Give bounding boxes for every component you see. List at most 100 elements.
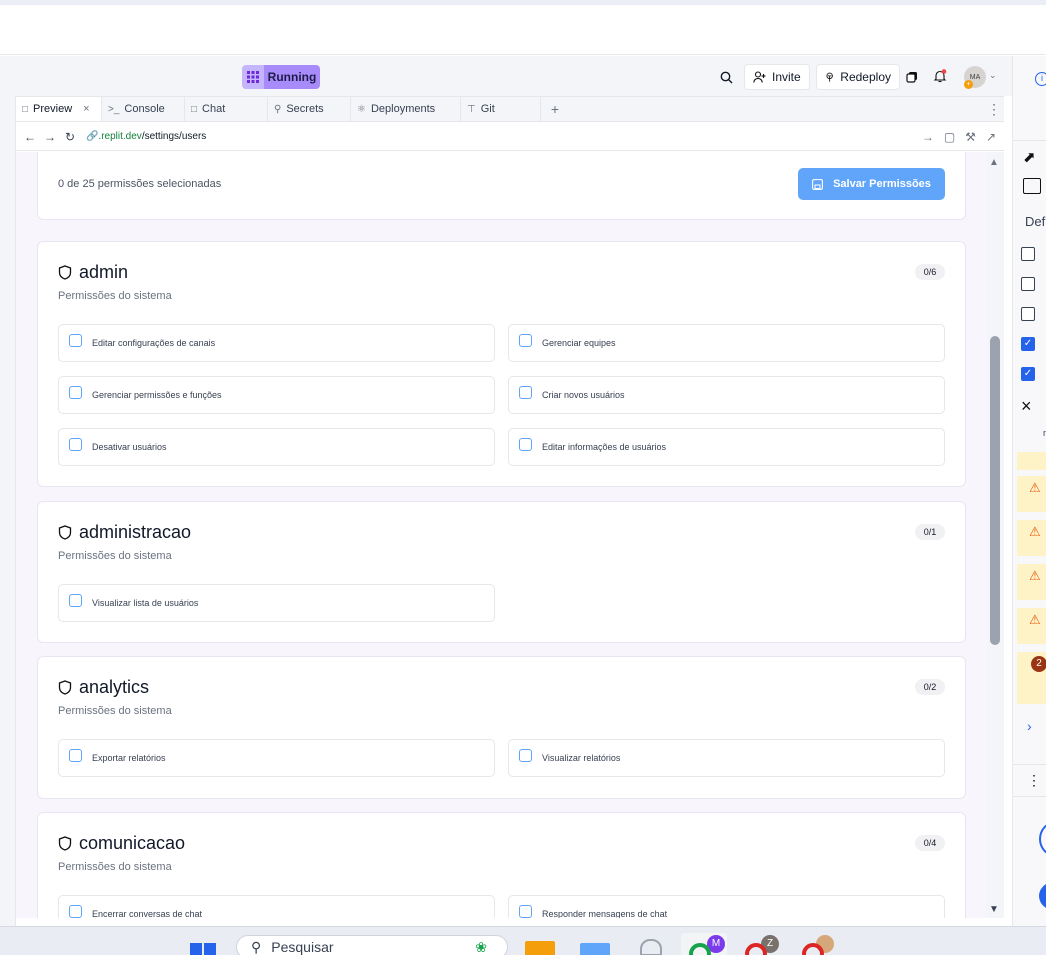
notifications-bell-icon[interactable] <box>928 64 952 88</box>
external-link-icon[interactable]: ↗ <box>986 130 996 144</box>
checkbox[interactable] <box>69 438 82 451</box>
add-tab-icon[interactable]: + <box>541 97 569 121</box>
back-arrow-icon[interactable]: ← <box>20 130 40 144</box>
checkbox[interactable] <box>69 594 82 607</box>
warning-row[interactable]: ⚠ <box>1017 520 1046 556</box>
layers-icon[interactable] <box>902 66 922 88</box>
chrome-profile-z[interactable]: Z <box>743 933 783 955</box>
permission-label: Exportar relatórios <box>92 753 166 763</box>
tab-deployments[interactable]: ⚛ Deployments <box>351 97 461 121</box>
devtools-wrench-icon[interactable]: ⚒ <box>965 130 976 144</box>
checkbox[interactable] <box>519 334 532 347</box>
checkbox[interactable] <box>519 749 532 762</box>
permission-label: Gerenciar permissões e funções <box>92 390 222 400</box>
checkbox-checked[interactable]: ✓ <box>1021 367 1035 381</box>
permission-item[interactable]: Gerenciar permissões e funções <box>58 376 495 414</box>
permission-label: Gerenciar equipes <box>542 338 616 348</box>
tab-secrets[interactable]: ⚲ Secrets <box>268 97 351 121</box>
scroll-up-arrow-icon[interactable]: ▲ <box>989 157 999 168</box>
forward-arrow-icon[interactable]: → <box>40 130 60 144</box>
select-element-icon[interactable]: ⬈ <box>1023 148 1041 166</box>
permission-item[interactable]: Editar configurações de canais <box>58 324 495 362</box>
warning-row[interactable]: ⚠ <box>1017 564 1046 600</box>
checkbox[interactable] <box>519 905 532 918</box>
chrome-profile-m[interactable]: M <box>681 933 727 955</box>
group-count-badge: 0/2 <box>915 679 945 695</box>
open-arrow-icon[interactable]: → <box>922 130 934 144</box>
permission-item[interactable]: Encerrar conversas de chat <box>58 895 495 918</box>
preview-url-bar: ← → ↻ 🔗.replit.dev/settings/users → ▢ ⚒ … <box>16 123 1004 151</box>
agent-ring-icon[interactable] <box>1039 822 1046 856</box>
url-field[interactable]: 🔗.replit.dev/settings/users <box>86 131 922 142</box>
info-icon[interactable]: i <box>1035 72 1046 86</box>
scrollbar-thumb[interactable] <box>990 336 1000 645</box>
chevron-right-icon[interactable]: › <box>1027 718 1046 734</box>
warning-icon: ⚠ <box>1029 524 1041 539</box>
checkbox[interactable] <box>69 749 82 762</box>
save-permissions-button[interactable]: Salvar Permissões <box>798 168 945 200</box>
permission-group-comunicacao: comunicacao Permissões do sistema 0/4 En… <box>37 812 966 918</box>
running-status-button[interactable]: Running <box>264 65 320 89</box>
lock-icon: ⚲ <box>274 103 282 115</box>
checkbox[interactable] <box>1021 247 1035 261</box>
add-user-icon <box>753 71 766 83</box>
lock-app-icon[interactable] <box>640 939 662 955</box>
permission-item[interactable]: Editar informações de usuários <box>508 428 945 466</box>
warning-row[interactable]: ⚠ <box>1017 476 1046 512</box>
tab-git[interactable]: ⊤ Git <box>461 97 541 121</box>
checkbox[interactable] <box>519 386 532 399</box>
group-count-badge: 0/1 <box>915 524 945 540</box>
checkbox[interactable] <box>69 905 82 918</box>
device-icon[interactable]: ▢ <box>944 130 955 144</box>
windows-start-icon[interactable] <box>190 939 216 955</box>
plant-icon: ❀ <box>475 938 487 955</box>
more-options-icon[interactable]: ⋮ <box>984 97 1004 121</box>
browser-header <box>0 5 1046 55</box>
app-icon[interactable] <box>580 943 610 955</box>
deploy-icon <box>826 72 833 82</box>
close-icon[interactable]: × <box>83 103 89 115</box>
chrome-profile-photo[interactable] <box>800 933 840 955</box>
panel-toggle-icon[interactable] <box>1023 178 1041 194</box>
group-subtitle: Permissões do sistema <box>58 705 172 717</box>
shield-icon <box>58 836 72 851</box>
search-icon[interactable] <box>715 66 737 88</box>
avatar-plus-badge: + <box>964 80 973 89</box>
save-icon <box>812 178 824 190</box>
chevron-down-icon[interactable]: ⌄ <box>989 70 997 81</box>
tab-deployments-label: Deployments <box>370 103 436 115</box>
permission-group-administracao: administracao Permissões do sistema 0/1 … <box>37 501 966 643</box>
warning-row[interactable]: ⚠ <box>1017 608 1046 644</box>
permission-item[interactable]: Responder mensagens de chat <box>508 895 945 918</box>
checkbox[interactable] <box>69 334 82 347</box>
tab-console[interactable]: >_ Console <box>102 97 185 121</box>
reload-icon[interactable]: ↻ <box>60 130 80 144</box>
tab-chat[interactable]: □ Chat <box>185 97 268 121</box>
tab-git-label: Git <box>480 103 495 115</box>
redeploy-button[interactable]: Redeploy <box>816 64 900 90</box>
run-grid-icon[interactable] <box>242 65 264 89</box>
invite-label: Invite <box>772 70 801 84</box>
primary-action-button[interactable] <box>1039 882 1046 910</box>
permission-item[interactable]: Visualizar relatórios <box>508 739 945 777</box>
checkbox[interactable] <box>519 438 532 451</box>
tab-preview[interactable]: □ Preview × <box>16 97 102 121</box>
checkbox[interactable] <box>1021 277 1035 291</box>
permission-item[interactable]: Gerenciar equipes <box>508 324 945 362</box>
group-name: admin <box>79 262 129 282</box>
scroll-down-arrow-icon[interactable]: ▼ <box>989 904 999 915</box>
file-explorer-icon[interactable] <box>525 941 555 955</box>
git-icon: ⊤ <box>467 103 476 115</box>
checkbox[interactable] <box>69 386 82 399</box>
taskbar-search-field[interactable]: ⚲ Pesquisar ❀ <box>236 935 508 955</box>
permission-item[interactable]: Criar novos usuários <box>508 376 945 414</box>
more-options-icon[interactable]: ⋮ <box>1027 772 1046 789</box>
close-icon[interactable]: × <box>1021 396 1046 417</box>
permission-item[interactable]: Visualizar lista de usuários <box>58 584 495 622</box>
invite-button[interactable]: Invite <box>744 64 810 90</box>
checkbox-checked[interactable]: ✓ <box>1021 337 1035 351</box>
permission-item[interactable]: Desativar usuários <box>58 428 495 466</box>
checkbox[interactable] <box>1021 307 1035 321</box>
error-row[interactable]: 2 <box>1017 652 1046 704</box>
permission-item[interactable]: Exportar relatórios <box>58 739 495 777</box>
